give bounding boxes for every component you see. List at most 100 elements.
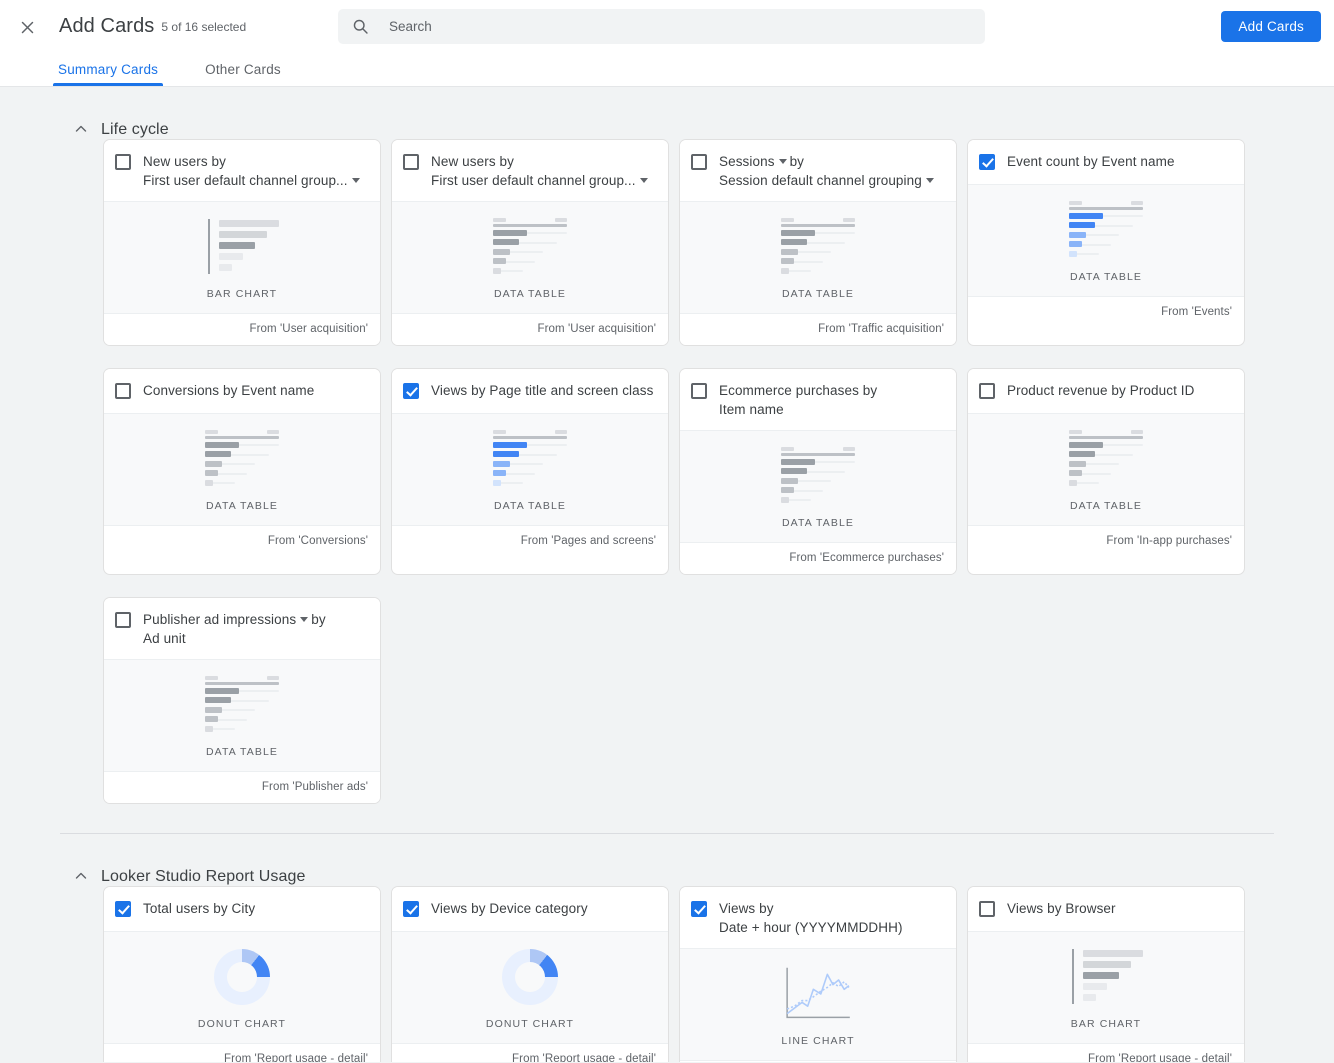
card-checkbox[interactable] <box>979 901 995 917</box>
thumbnail-row <box>205 479 279 487</box>
card-header[interactable]: Views by Date + hour (YYYYMMDDHH) <box>680 887 956 948</box>
tab-summary-cards[interactable]: Summary Cards <box>52 62 164 86</box>
section-life-cycle: Life cycle New users by First user default… <box>0 87 1334 804</box>
card-title-line: Sessions by <box>719 152 937 171</box>
card-option[interactable]: Product revenue by Product ID DATA TABLE F… <box>967 368 1245 575</box>
search-input[interactable] <box>387 9 971 44</box>
thumbnail-row <box>493 479 567 487</box>
card-checkbox[interactable] <box>691 154 707 170</box>
card-header[interactable]: Publisher ad impressions by Ad unit <box>104 598 380 659</box>
card-title-text: Sessions <box>719 154 775 169</box>
card-header[interactable]: Sessions by Session default channel groupi… <box>680 140 956 201</box>
card-header[interactable]: Ecommerce purchases by Item name <box>680 369 956 430</box>
card-option[interactable]: Total users by City DONUT CHART From 'Repo… <box>103 886 381 1062</box>
card-title: Total users by City <box>143 899 255 918</box>
top-bar: Add Cards 5 of 16 selected Add Cards <box>0 0 1334 53</box>
card-checkbox[interactable] <box>115 383 131 399</box>
thumbnail-rule <box>205 436 279 439</box>
card-checkbox[interactable] <box>691 901 707 917</box>
card-title-line: Ad unit <box>143 629 326 648</box>
section-header-life-cycle[interactable]: Life cycle <box>0 87 1334 139</box>
close-icon[interactable] <box>14 14 40 40</box>
card-preview: DONUT CHART <box>104 931 380 1044</box>
card-title-line: First user default channel group... <box>431 171 651 190</box>
card-title-text: Event count by Event name <box>1007 154 1175 169</box>
chevron-down-icon[interactable] <box>778 158 787 164</box>
chevron-down-icon[interactable] <box>300 616 309 622</box>
card-title-line: New users by <box>431 152 651 171</box>
card-title: Conversions by Event name <box>143 381 314 400</box>
section-looker-studio-report-usage: Looker Studio Report Usage Total users by… <box>0 834 1334 1062</box>
card-title-line: Session default channel grouping <box>719 171 937 190</box>
add-cards-button[interactable]: Add Cards <box>1221 11 1321 42</box>
thumbnail-row <box>781 468 855 475</box>
thumbnail-row <box>205 441 279 449</box>
data-table-thumbnail <box>781 218 855 276</box>
data-table-thumbnail <box>781 447 855 505</box>
card-checkbox[interactable] <box>115 154 131 170</box>
card-checkbox[interactable] <box>979 154 995 170</box>
thumbnail-bar <box>1083 972 1119 979</box>
chevron-up-icon[interactable] <box>72 867 90 885</box>
card-source-label: From 'Pages and screens' <box>392 526 668 557</box>
card-option[interactable]: Views by Date + hour (YYYYMMDDHH) LINE CHA… <box>679 886 957 1062</box>
chevron-down-icon[interactable] <box>351 177 360 183</box>
data-table-thumbnail <box>493 430 567 488</box>
card-option[interactable]: Views by Browser BAR CHART From 'Report us… <box>967 886 1245 1062</box>
card-source-label: From 'Conversions' <box>104 526 380 557</box>
card-option[interactable]: Publisher ad impressions by Ad unit DATA TA… <box>103 597 381 804</box>
card-source-label: From 'In-app purchases' <box>968 526 1244 557</box>
card-title-line: Event count by Event name <box>1007 152 1175 171</box>
card-option[interactable]: Views by Page title and screen class DATA… <box>391 368 669 575</box>
card-header[interactable]: Event count by Event name <box>968 140 1244 184</box>
cards-row: New users by First user default channel g… <box>0 139 1334 346</box>
card-header[interactable]: New users by First user default channel g… <box>392 140 668 201</box>
card-thumbnail <box>1069 200 1143 260</box>
card-header[interactable]: Views by Browser <box>968 887 1244 931</box>
by-label: by <box>311 612 326 627</box>
thumbnail-row <box>781 477 855 485</box>
card-checkbox[interactable] <box>403 154 419 170</box>
card-header[interactable]: Views by Page title and screen class <box>392 369 668 413</box>
card-option[interactable]: Conversions by Event name DATA TABLE From … <box>103 368 381 575</box>
card-preview: DATA TABLE <box>104 659 380 772</box>
card-source-label: From 'Report usage - detail' <box>104 1044 380 1062</box>
card-preview: DATA TABLE <box>680 430 956 543</box>
card-checkbox[interactable] <box>115 612 131 628</box>
card-checkbox[interactable] <box>691 383 707 399</box>
card-checkbox[interactable] <box>115 901 131 917</box>
card-option[interactable]: New users by First user default channel g… <box>391 139 669 346</box>
card-option[interactable]: Views by Device category DONUT CHART From … <box>391 886 669 1062</box>
card-option[interactable]: Event count by Event name DATA TABLE From … <box>967 139 1245 346</box>
card-title-text: First user default channel group... <box>431 173 636 188</box>
cards-scroll-area[interactable]: Life cycle New users by First user default… <box>0 87 1334 1062</box>
thumbnail-row <box>781 487 855 494</box>
card-option[interactable]: Sessions by Session default channel groupi… <box>679 139 957 346</box>
section-header-looker-studio-report-usage[interactable]: Looker Studio Report Usage <box>0 834 1334 886</box>
chevron-down-icon[interactable] <box>925 177 934 183</box>
card-preview: DATA TABLE <box>104 413 380 526</box>
thumbnail-header-row <box>493 218 567 222</box>
card-header[interactable]: Views by Device category <box>392 887 668 931</box>
card-checkbox[interactable] <box>979 383 995 399</box>
card-thumbnail <box>493 429 567 489</box>
card-checkbox[interactable] <box>403 383 419 399</box>
card-title-text: Date + hour (YYYYMMDDHH) <box>719 920 903 935</box>
page-title: Add Cards <box>59 15 155 37</box>
card-option[interactable]: Ecommerce purchases by Item name DATA TABL… <box>679 368 957 575</box>
card-header[interactable]: Total users by City <box>104 887 380 931</box>
thumbnail-bar <box>1083 983 1107 990</box>
chevron-up-icon[interactable] <box>72 120 90 138</box>
card-thumbnail <box>205 429 279 489</box>
card-header[interactable]: New users by First user default channel g… <box>104 140 380 201</box>
card-thumbnail <box>205 217 279 277</box>
card-header[interactable]: Product revenue by Product ID <box>968 369 1244 413</box>
card-checkbox[interactable] <box>403 901 419 917</box>
card-title-text: Item name <box>719 402 784 417</box>
card-header[interactable]: Conversions by Event name <box>104 369 380 413</box>
card-option[interactable]: New users by First user default channel g… <box>103 139 381 346</box>
chevron-down-icon[interactable] <box>639 177 648 183</box>
search-box[interactable] <box>338 9 985 44</box>
tab-other-cards[interactable]: Other Cards <box>203 62 283 86</box>
card-thumbnail-label: DATA TABLE <box>1069 500 1143 512</box>
